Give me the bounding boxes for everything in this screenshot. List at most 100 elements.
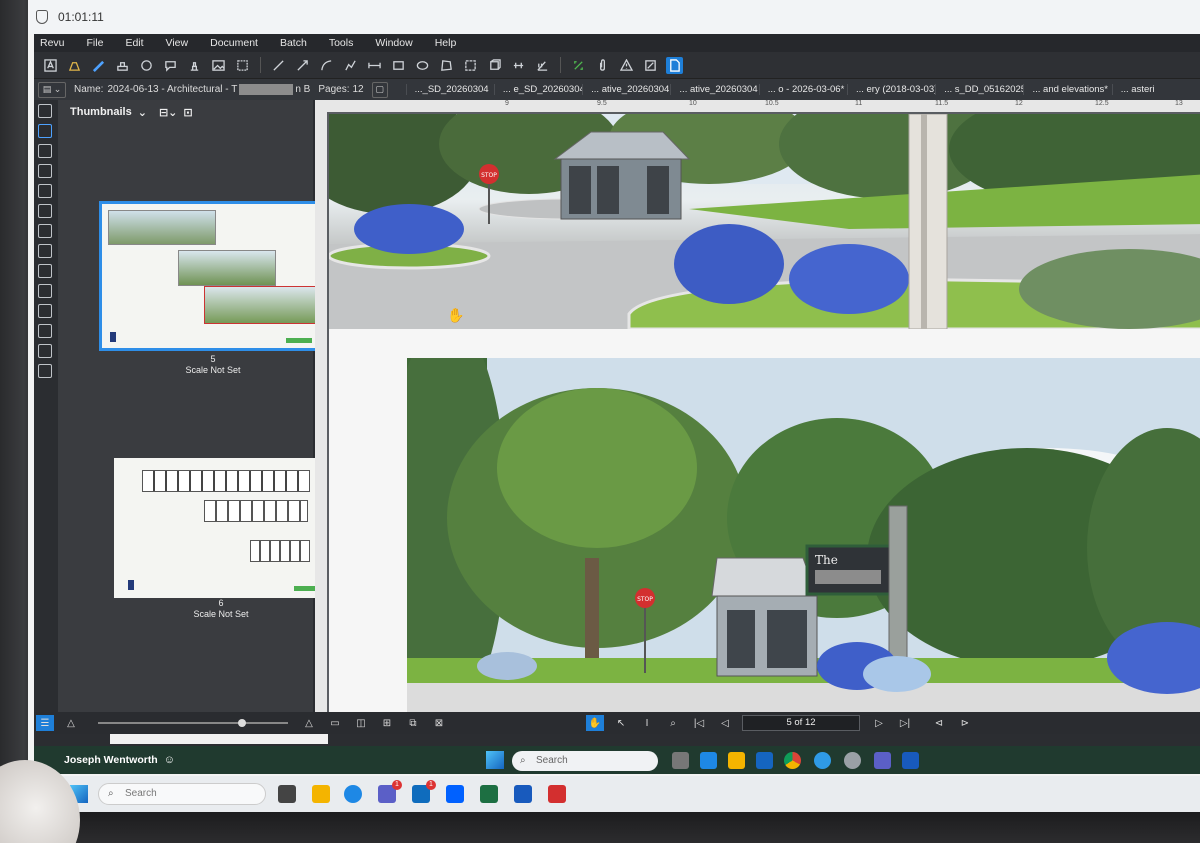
file-explorer-icon[interactable] xyxy=(312,785,330,803)
doc-tab[interactable]: ... o - 2026-03-06* xyxy=(758,84,847,95)
chevron-down-icon[interactable]: ⌄ xyxy=(138,106,147,119)
angle-icon[interactable] xyxy=(534,57,551,74)
rectangle-icon[interactable] xyxy=(390,57,407,74)
select-text-icon[interactable]: I xyxy=(638,715,656,731)
menu-window[interactable]: Window xyxy=(375,37,412,49)
zoom-slider[interactable] xyxy=(98,719,288,727)
zoom-out-icon[interactable]: △ xyxy=(62,715,80,731)
measurements-icon[interactable] xyxy=(38,264,52,278)
teams-icon[interactable] xyxy=(874,752,891,769)
next-view-icon[interactable]: ⊳ xyxy=(956,715,974,731)
properties-icon[interactable] xyxy=(38,244,52,258)
word-icon[interactable] xyxy=(902,752,919,769)
erase-icon[interactable] xyxy=(642,57,659,74)
signatures-icon[interactable] xyxy=(38,284,52,298)
count-icon[interactable] xyxy=(510,57,527,74)
sets-icon[interactable] xyxy=(38,324,52,338)
zoom-slider-knob[interactable] xyxy=(238,719,246,727)
sync-icon[interactable]: ⧉ xyxy=(404,715,422,731)
settings-icon[interactable] xyxy=(844,752,861,769)
grid-view-icon[interactable]: ⊞ xyxy=(378,715,396,731)
menu-view[interactable]: View xyxy=(166,37,189,49)
bookmarks-icon[interactable] xyxy=(38,144,52,158)
thumbnail-page-7-partial[interactable] xyxy=(110,734,328,744)
polygon-icon[interactable] xyxy=(438,57,455,74)
doc-tab[interactable]: ... asteri xyxy=(1111,84,1200,95)
menu-file[interactable]: File xyxy=(87,37,104,49)
markups-icon[interactable] xyxy=(38,224,52,238)
first-page-icon[interactable]: |◁ xyxy=(690,715,708,731)
page-view-icon[interactable] xyxy=(666,56,683,74)
file-explorer-icon[interactable] xyxy=(672,752,689,769)
menu-batch[interactable]: Batch xyxy=(280,37,307,49)
polyline-icon[interactable] xyxy=(342,57,359,74)
revu-icon[interactable] xyxy=(756,752,773,769)
doc-tab[interactable]: ... ative_20260304 xyxy=(582,84,670,95)
split-view-icon[interactable]: ◫ xyxy=(352,715,370,731)
folder-icon[interactable] xyxy=(728,752,745,769)
cloud-icon[interactable] xyxy=(138,57,155,74)
studio-icon[interactable] xyxy=(38,364,52,378)
edge-icon[interactable] xyxy=(344,785,362,803)
thumbnail-options-icon[interactable]: ⊟⌄ xyxy=(159,106,177,119)
text-box-icon[interactable] xyxy=(42,57,59,74)
search-icon[interactable] xyxy=(38,344,52,358)
doc-tab[interactable]: ... ative_20260304 xyxy=(670,84,758,95)
menu-revu[interactable]: Revu xyxy=(40,37,65,49)
compare-icon[interactable]: ⊠ xyxy=(430,715,448,731)
list-icon[interactable]: ☰ xyxy=(36,715,54,731)
callout-icon[interactable] xyxy=(162,57,179,74)
remote-search-box[interactable]: ⌕ Search xyxy=(512,751,658,771)
chrome-icon[interactable] xyxy=(784,752,801,769)
windows-start-icon[interactable] xyxy=(486,751,504,769)
pan-tool-icon[interactable]: ✋ xyxy=(586,715,604,731)
arrow-icon[interactable] xyxy=(294,57,311,74)
task-view-icon[interactable] xyxy=(278,785,296,803)
thumbnail-page-5[interactable] xyxy=(99,201,327,351)
thumbnail-page-6[interactable] xyxy=(114,458,332,598)
page-number-input[interactable]: 5 of 12 xyxy=(742,715,860,731)
edge-icon[interactable] xyxy=(700,752,717,769)
line-icon[interactable] xyxy=(270,57,287,74)
stamp-icon[interactable] xyxy=(114,57,131,74)
file-menu-button[interactable]: ▤ ⌄ xyxy=(38,81,66,98)
link-icon[interactable] xyxy=(570,57,587,74)
stamp-dropdown-icon[interactable] xyxy=(186,57,203,74)
next-page-icon[interactable]: ▷ xyxy=(870,715,888,731)
zoom-tool-icon[interactable]: ⌕ xyxy=(664,715,682,731)
edge-browser-icon[interactable] xyxy=(814,752,831,769)
doc-tab[interactable]: ... ery (2018-03-03) xyxy=(846,84,935,95)
layers-icon[interactable] xyxy=(38,164,52,178)
menu-help[interactable]: Help xyxy=(435,37,457,49)
local-search-box[interactable]: ⌕ Search xyxy=(98,783,266,805)
doc-tab[interactable]: ... s_DD_05162025 xyxy=(935,84,1023,95)
area-measure-icon[interactable] xyxy=(462,57,479,74)
menu-tools[interactable]: Tools xyxy=(329,37,354,49)
volume-measure-icon[interactable] xyxy=(486,57,503,74)
select-tool-icon[interactable]: ↖ xyxy=(612,715,630,731)
acrobat-icon[interactable] xyxy=(548,785,566,803)
dimension-icon[interactable] xyxy=(366,57,383,74)
dropbox-icon[interactable] xyxy=(446,785,464,803)
new-document-icon[interactable]: ▢ xyxy=(371,81,388,98)
last-page-icon[interactable]: ▷| xyxy=(896,715,914,731)
toolchest-icon[interactable] xyxy=(38,184,52,198)
document-view[interactable]: 9 9.5 10 10.5 11 11.5 12 12.5 13 STOP ✋ … xyxy=(315,100,1200,712)
tag-icon[interactable] xyxy=(38,304,52,318)
previous-view-icon[interactable]: ⊲ xyxy=(930,715,948,731)
snapshot-icon[interactable] xyxy=(234,57,251,74)
highlight-icon[interactable] xyxy=(66,57,83,74)
pen-icon[interactable] xyxy=(90,57,107,74)
ellipse-icon[interactable] xyxy=(414,57,431,74)
doc-tab[interactable]: ... e_SD_20260304 xyxy=(493,84,582,95)
menu-document[interactable]: Document xyxy=(210,37,258,49)
alert-icon[interactable] xyxy=(618,57,635,74)
menu-edit[interactable]: Edit xyxy=(125,37,143,49)
arc-icon[interactable] xyxy=(318,57,335,74)
thumbnail-settings-icon[interactable]: ⊡ xyxy=(183,106,192,119)
doc-tab[interactable]: ..._SD_20260304 xyxy=(405,84,494,95)
attachment-icon[interactable] xyxy=(594,57,611,74)
thumbnails-icon[interactable] xyxy=(38,124,52,138)
document-icon[interactable] xyxy=(38,104,52,118)
previous-page-icon[interactable]: ◁ xyxy=(716,715,734,731)
